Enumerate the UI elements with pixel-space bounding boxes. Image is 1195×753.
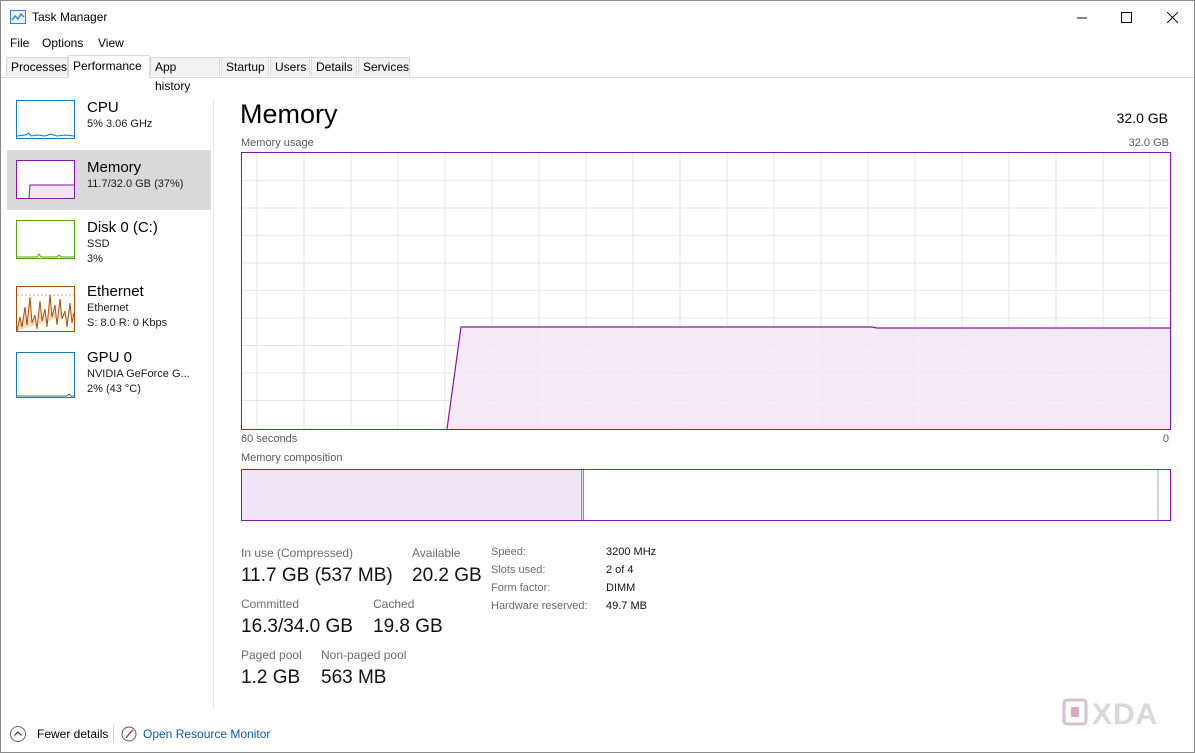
committed-label: Committed: [241, 597, 300, 611]
tab-bar: Processes Performance App history Startu…: [1, 55, 1194, 93]
svg-text:XDA: XDA: [1092, 698, 1158, 730]
sidebar-gpu-line1: NVIDIA GeForce G...: [87, 368, 190, 380]
disk-sparkline: [17, 253, 74, 258]
task-manager-icon: [10, 10, 26, 24]
paged-pool-label: Paged pool: [241, 648, 302, 662]
in-use-label: In use (Compressed): [241, 546, 354, 560]
tab-processes[interactable]: Processes: [6, 57, 68, 76]
available-value: 20.2 GB: [412, 565, 482, 586]
tab-app-history[interactable]: App history: [150, 57, 220, 93]
sidebar-disk-line2: 3%: [87, 253, 103, 265]
sidebar-item-ethernet[interactable]: Ethernet Ethernet S: 8.0 R: 0 Kbps: [7, 276, 211, 336]
in-use-value: 11.7 GB (537 MB): [241, 565, 393, 586]
xda-watermark-logo: XDA: [1062, 696, 1172, 738]
maximize-icon: [1120, 11, 1132, 23]
sidebar-item-memory[interactable]: Memory 11.7/32.0 GB (37%): [7, 150, 211, 210]
sidebar-item-cpu[interactable]: CPU 5% 3.06 GHz: [7, 90, 211, 150]
footer-bar: Fewer details Open Resource Monitor: [1, 719, 1194, 749]
menu-view[interactable]: View: [98, 36, 124, 50]
sidebar-ethernet-line2: S: 8.0 R: 0 Kbps: [87, 317, 168, 329]
maximize-button[interactable]: [1103, 1, 1149, 33]
menu-options[interactable]: Options: [42, 36, 83, 50]
sidebar-item-gpu[interactable]: GPU 0 NVIDIA GeForce G... 2% (43 °C): [7, 342, 211, 402]
sidebar-gpu-line2: 2% (43 °C): [87, 383, 141, 395]
memory-total: 32.0 GB: [1116, 110, 1168, 126]
time-axis-end-label: 0: [1162, 433, 1169, 445]
non-paged-pool-value: 563 MB: [321, 667, 387, 688]
hardware-reserved-value: 49.7 MB: [606, 600, 647, 612]
form-factor-label: Form factor:: [491, 582, 551, 594]
title-bar[interactable]: Task Manager: [1, 1, 1194, 33]
cached-label: Cached: [373, 597, 415, 611]
menu-file[interactable]: File: [10, 36, 29, 50]
sidebar-ethernet-name: Ethernet: [87, 283, 144, 300]
minimize-icon: [1076, 17, 1087, 18]
memory-composition-label: Memory composition: [241, 452, 343, 464]
tab-users[interactable]: Users: [270, 57, 310, 76]
minimize-button[interactable]: [1059, 1, 1105, 33]
window-title: Task Manager: [32, 10, 108, 24]
available-label: Available: [412, 546, 461, 560]
slots-used-label: Slots used:: [491, 564, 546, 576]
menu-bar: File Options View: [1, 33, 1194, 53]
ethernet-sparkline: [17, 294, 74, 331]
footer-separator: [113, 725, 114, 743]
composition-standby: [584, 470, 1158, 520]
time-axis-start-label: 60 seconds: [241, 433, 298, 445]
memory-thumbnail-graph: [16, 160, 75, 199]
tab-details[interactable]: Details: [311, 57, 357, 76]
cpu-sparkline: [17, 132, 74, 137]
sidebar-memory-line1: 11.7/32.0 GB (37%): [87, 178, 184, 190]
sidebar-disk-name: Disk 0 (C:): [87, 219, 158, 236]
memory-usage-label: Memory usage: [241, 137, 314, 149]
close-button[interactable]: [1149, 1, 1195, 33]
sidebar-ethernet-line1: Ethernet: [87, 302, 129, 314]
memory-usage-area: [447, 327, 1170, 429]
speed-label: Speed:: [491, 546, 526, 558]
close-icon: [1166, 11, 1178, 23]
slots-used-value: 2 of 4: [606, 564, 634, 576]
task-manager-window: Task Manager File Options View Processes…: [0, 0, 1195, 753]
tab-startup[interactable]: Startup: [221, 57, 269, 76]
memory-sparkline: [28, 184, 74, 198]
ethernet-thumbnail-graph: [16, 286, 75, 332]
chevron-up-icon: [10, 726, 26, 742]
xda-logo-icon: XDA: [1062, 698, 1158, 731]
memory-composition-bar: [241, 469, 1171, 521]
form-factor-value: DIMM: [606, 582, 636, 594]
sidebar-cpu-name: CPU: [87, 99, 119, 116]
composition-in-use: [242, 470, 582, 520]
fewer-details-button[interactable]: Fewer details: [9, 723, 109, 745]
open-resource-monitor-link[interactable]: Open Resource Monitor: [121, 723, 281, 745]
gpu-sparkline: [17, 393, 74, 397]
paged-pool-value: 1.2 GB: [241, 667, 301, 688]
non-paged-pool-label: Non-paged pool: [321, 648, 407, 662]
memory-usage-graph: [241, 152, 1171, 430]
tab-services[interactable]: Services: [358, 57, 410, 76]
gpu-thumbnail-graph: [16, 352, 75, 398]
open-resource-monitor-label: Open Resource Monitor: [143, 727, 271, 741]
hardware-reserved-label: Hardware reserved:: [491, 600, 588, 612]
committed-value: 16.3/34.0 GB: [241, 616, 353, 637]
tab-performance[interactable]: Performance: [68, 55, 150, 78]
sidebar-divider: [213, 100, 214, 708]
resource-monitor-icon: [121, 726, 137, 742]
disk-thumbnail-graph: [16, 220, 75, 259]
sidebar-item-disk[interactable]: Disk 0 (C:) SSD 3%: [7, 210, 211, 270]
cpu-thumbnail-graph: [16, 100, 75, 139]
sidebar-cpu-line1: 5% 3.06 GHz: [87, 118, 153, 130]
sidebar-disk-line1: SSD: [87, 238, 110, 250]
memory-usage-max-label: 32.0 GB: [1128, 137, 1169, 149]
sidebar-memory-name: Memory: [87, 159, 142, 176]
performance-sidebar: CPU 5% 3.06 GHz Memory 11.7/32.0 GB (37%…: [1, 78, 215, 710]
cached-value: 19.8 GB: [373, 616, 443, 637]
page-title: Memory: [240, 99, 338, 129]
sidebar-gpu-name: GPU 0: [87, 349, 133, 366]
memory-composition-plot: [242, 470, 1159, 520]
memory-usage-plot: [242, 153, 1170, 430]
fewer-details-label: Fewer details: [37, 727, 109, 741]
speed-value: 3200 MHz: [606, 546, 657, 558]
